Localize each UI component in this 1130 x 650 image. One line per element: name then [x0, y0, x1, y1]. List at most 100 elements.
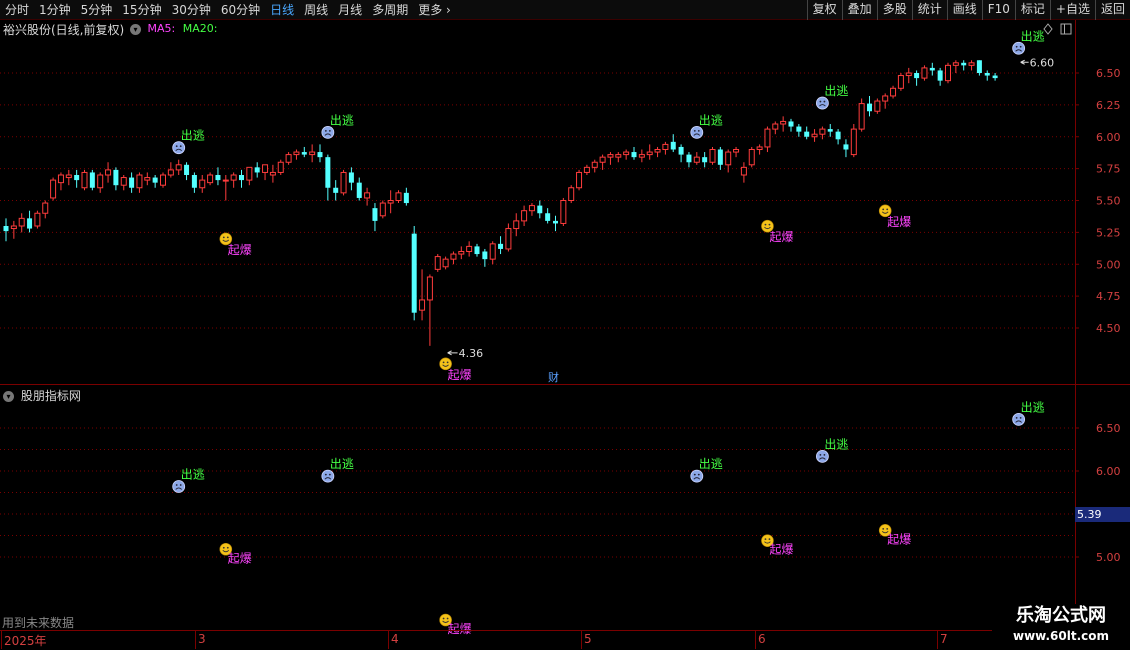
candle [796, 124, 802, 137]
toolbar-button-8[interactable]: 返回 [1094, 0, 1130, 20]
period-tab-4[interactable]: 30分钟 [167, 0, 216, 20]
watermark-url: www.60lt.com [1012, 629, 1110, 643]
candle-body [74, 175, 80, 181]
candle-body [466, 245, 473, 252]
candle-body [348, 172, 354, 183]
candle-body [152, 177, 158, 183]
candle [254, 162, 260, 178]
low-arrow-icon [447, 350, 458, 356]
candle [364, 187, 371, 206]
candle-body [379, 202, 386, 217]
period-tab-5[interactable]: 60分钟 [216, 0, 265, 20]
candle [356, 177, 362, 201]
candle-body [992, 75, 998, 79]
candle [136, 172, 143, 193]
period-tab-9[interactable]: 多周期 [367, 0, 413, 20]
candle [740, 162, 747, 183]
signal-label: 起爆 [769, 543, 793, 557]
candle-body [34, 212, 41, 227]
toolbar-button-0[interactable]: 复权 [806, 0, 842, 20]
candle-body [827, 129, 833, 132]
candle [309, 144, 316, 163]
candle [733, 146, 740, 158]
candle [144, 172, 151, 186]
period-tab-10[interactable]: 更多 › [413, 0, 456, 20]
candle [976, 60, 982, 76]
candle-body [27, 218, 33, 229]
toolbar-button-3[interactable]: 统计 [911, 0, 947, 20]
candle-body [513, 220, 520, 230]
candle-body [458, 251, 465, 255]
candle-body [10, 225, 17, 230]
candle-body [867, 103, 872, 112]
signal-label: 出逃 [824, 84, 848, 98]
candle-body [333, 187, 339, 193]
candle [819, 126, 826, 140]
period-toolbar: 分时 1分钟 5分钟 15分钟 30分钟 60分钟 日线 周线 月线 多周期 更多 › 复权 叠加 多股… [0, 0, 1130, 20]
current-value-badge: 5.39 [1075, 507, 1130, 522]
period-tab-8[interactable]: 月线 [333, 0, 367, 20]
period-tab-3[interactable]: 15分钟 [117, 0, 166, 20]
toolbar-button-4[interactable]: 画线 [946, 0, 982, 20]
candle [325, 154, 331, 201]
sad-face-icon [321, 126, 335, 139]
candle-body [952, 62, 959, 66]
candle [968, 60, 975, 71]
date-label: 5 [584, 632, 592, 646]
period-tab-7[interactable]: 周线 [299, 0, 333, 20]
candle-body [874, 100, 881, 112]
candle [764, 126, 771, 153]
candle-body [693, 156, 700, 163]
candle [301, 146, 307, 158]
period-tab-1[interactable]: 1分钟 [34, 0, 76, 20]
chevron-down-icon[interactable]: ▾ [3, 391, 14, 402]
toolbar-button-2[interactable]: 多股 [876, 0, 912, 20]
toolbar-button-7[interactable]: +自选 [1049, 0, 1095, 20]
sub-tick-label: 5.00 [1096, 551, 1121, 564]
candle [537, 200, 543, 219]
candle-body [482, 251, 488, 260]
candle [262, 164, 269, 181]
candle-body [961, 62, 967, 66]
candle [387, 190, 394, 214]
candle-body [709, 149, 716, 163]
candle-body [356, 182, 362, 198]
toolbar-button-6[interactable]: 标记 [1014, 0, 1050, 20]
candle-body [607, 154, 614, 158]
period-tab-0[interactable]: 分时 [0, 0, 34, 20]
toolbar-button-1[interactable]: 叠加 [841, 0, 877, 20]
candle-body [285, 154, 292, 163]
candle [952, 60, 959, 73]
candle [222, 175, 229, 201]
candle-body [144, 177, 151, 181]
main-tick-label: 6.00 [1096, 131, 1121, 144]
candle-body [254, 167, 260, 173]
candle-body [780, 120, 787, 125]
candle [285, 152, 292, 165]
candle [835, 129, 841, 145]
signal-label: 起爆 [448, 368, 472, 382]
candle [654, 146, 661, 158]
kline-chart[interactable]: 起爆起爆起爆起爆起爆起爆起爆起爆出逃出逃出逃出逃出逃出逃出逃出逃出逃出逃4.36… [0, 20, 1130, 650]
candle [804, 126, 810, 140]
signal-label: 出逃 [1021, 400, 1045, 414]
toolbar-button-5[interactable]: F10 [981, 0, 1015, 20]
candle-body [553, 220, 558, 224]
candle [269, 164, 276, 183]
candle-body [733, 149, 740, 153]
indicator-title[interactable]: ▾ 股朋指标网 [3, 387, 81, 404]
candle-body [576, 171, 583, 189]
candle [850, 124, 857, 158]
period-tab-6[interactable]: 日线 [265, 0, 299, 20]
candle [175, 159, 182, 175]
candle-body [364, 192, 371, 199]
period-tab-2[interactable]: 5分钟 [76, 0, 118, 20]
candle [615, 152, 622, 163]
candle-body [914, 73, 920, 79]
date-tick [581, 631, 582, 649]
candle [623, 149, 630, 160]
candle-body [450, 253, 457, 260]
candle-body [638, 154, 645, 158]
main-tick-label: 5.50 [1096, 195, 1121, 208]
candle [434, 254, 441, 272]
